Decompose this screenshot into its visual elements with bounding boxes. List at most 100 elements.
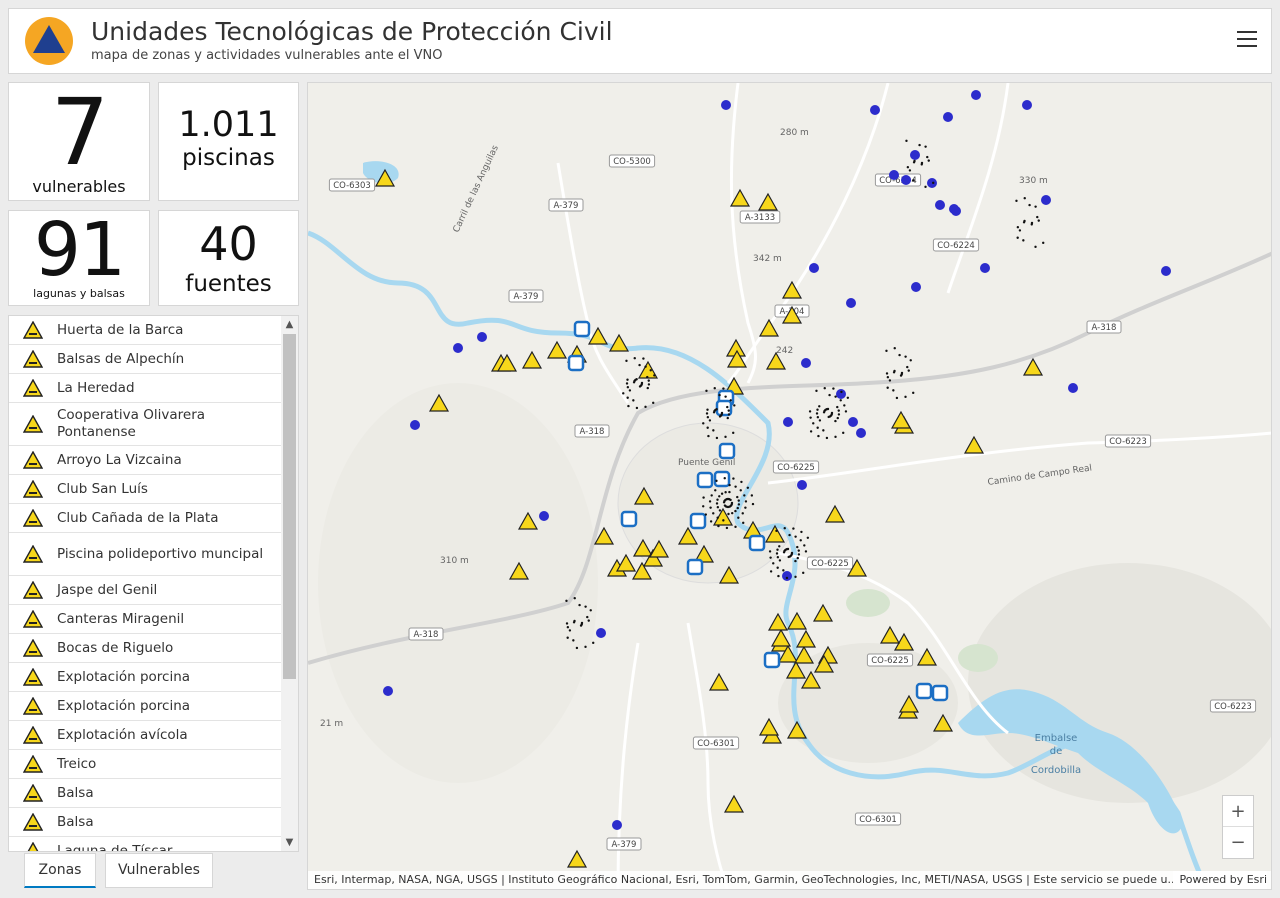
list-item[interactable]: Balsas de Alpechín	[9, 345, 281, 374]
info-marker-icon[interactable]	[951, 206, 961, 216]
warning-marker-icon[interactable]	[812, 603, 834, 622]
map-basemap[interactable]: CO-5300 CO-6303 A-379 A-3133 CO-6224 A-379 A-3…	[308, 83, 1272, 890]
pool-marker-icon[interactable]	[713, 470, 731, 488]
list-item[interactable]: Laguna de Tíscar	[9, 837, 281, 851]
warning-marker-icon[interactable]	[615, 553, 637, 572]
list-item[interactable]: Explotación porcina	[9, 692, 281, 721]
zones-list[interactable]: Huerta de la Barca Balsas de Alpechín La H…	[8, 315, 299, 852]
list-item[interactable]: Bocas de Riguelo	[9, 634, 281, 663]
pool-marker-icon[interactable]	[573, 320, 591, 338]
info-marker-icon[interactable]	[410, 420, 420, 430]
info-marker-icon[interactable]	[596, 628, 606, 638]
info-marker-icon[interactable]	[836, 389, 846, 399]
pool-marker-icon[interactable]	[689, 512, 707, 530]
warning-marker-icon[interactable]	[608, 333, 630, 352]
info-marker-icon[interactable]	[782, 571, 792, 581]
pool-marker-icon[interactable]	[763, 651, 781, 669]
tab-vulnerables[interactable]: Vulnerables	[105, 853, 213, 888]
info-marker-icon[interactable]	[971, 90, 981, 100]
warning-marker-icon[interactable]	[758, 717, 780, 736]
info-marker-icon[interactable]	[980, 263, 990, 273]
list-item[interactable]: Piscina polideportivo muncipal	[9, 533, 281, 576]
info-marker-icon[interactable]	[1068, 383, 1078, 393]
pool-marker-icon[interactable]	[718, 442, 736, 460]
info-marker-icon[interactable]	[1041, 195, 1051, 205]
list-item[interactable]: Explotación porcina	[9, 663, 281, 692]
list-item[interactable]: Treico	[9, 750, 281, 779]
pool-marker-icon[interactable]	[620, 510, 638, 528]
info-marker-icon[interactable]	[910, 150, 920, 160]
warning-marker-icon[interactable]	[566, 849, 588, 868]
pool-point	[840, 390, 843, 394]
pool-point	[737, 503, 741, 506]
hamburger-menu-icon[interactable]	[1237, 31, 1257, 49]
info-marker-icon[interactable]	[453, 343, 463, 353]
list-scrollbar[interactable]: ▲ ▼	[281, 316, 298, 851]
list-item[interactable]: Canteras Miragenil	[9, 605, 281, 634]
pool-marker-icon[interactable]	[686, 558, 704, 576]
list-item[interactable]: Jaspe del Genil	[9, 576, 281, 605]
info-marker-icon[interactable]	[848, 417, 858, 427]
list-item[interactable]: Huerta de la Barca	[9, 316, 281, 345]
info-marker-icon[interactable]	[721, 100, 731, 110]
scroll-down-icon[interactable]: ▼	[281, 834, 298, 851]
info-marker-icon[interactable]	[477, 332, 487, 342]
info-marker-icon[interactable]	[612, 820, 622, 830]
pool-marker-icon[interactable]	[748, 534, 766, 552]
warning-marker-icon[interactable]	[786, 611, 808, 630]
info-marker-icon[interactable]	[783, 417, 793, 427]
warning-marker-icon[interactable]	[879, 625, 901, 644]
info-marker-icon[interactable]	[809, 263, 819, 273]
info-marker-icon[interactable]	[943, 112, 953, 122]
pool-marker-icon[interactable]	[696, 471, 714, 489]
info-marker-icon[interactable]	[801, 358, 811, 368]
tab-zonas[interactable]: Zonas	[24, 853, 96, 888]
scroll-up-icon[interactable]: ▲	[281, 316, 298, 333]
pool-point	[573, 619, 576, 623]
stat-label: fuentes	[185, 271, 272, 297]
map-view[interactable]: CO-5300 CO-6303 A-379 A-3133 CO-6224 A-379 A-3…	[307, 82, 1272, 890]
info-marker-icon[interactable]	[539, 511, 549, 521]
warning-marker-icon[interactable]	[963, 435, 985, 454]
warning-marker-icon[interactable]	[890, 410, 912, 429]
warning-marker-icon[interactable]	[546, 340, 568, 359]
list-item[interactable]: Balsa	[9, 779, 281, 808]
list-item[interactable]: Arroyo La Vizcaina	[9, 446, 281, 475]
info-marker-icon[interactable]	[870, 105, 880, 115]
list-item[interactable]: La Heredad	[9, 374, 281, 403]
warning-marker-icon[interactable]	[757, 192, 779, 211]
powered-by-esri[interactable]: Powered by Esri	[1173, 871, 1267, 889]
info-marker-icon[interactable]	[846, 298, 856, 308]
pool-marker-icon[interactable]	[567, 354, 585, 372]
zoom-in-button[interactable]: +	[1223, 796, 1253, 827]
info-marker-icon[interactable]	[797, 480, 807, 490]
info-marker-icon[interactable]	[927, 178, 937, 188]
info-marker-icon[interactable]	[856, 428, 866, 438]
warning-marker-icon[interactable]	[708, 672, 730, 691]
list-item[interactable]: Club Cañada de la Plata	[9, 504, 281, 533]
list-item[interactable]: Cooperativa Olivarera Pontanense	[9, 403, 281, 446]
warning-marker-icon[interactable]	[824, 504, 846, 523]
warning-marker-icon[interactable]	[770, 628, 792, 647]
scrollbar-thumb[interactable]	[283, 334, 296, 679]
pool-marker-icon[interactable]	[915, 682, 933, 700]
warning-marker-icon[interactable]	[758, 318, 780, 337]
warning-marker-icon[interactable]	[723, 794, 745, 813]
info-marker-icon[interactable]	[1022, 100, 1032, 110]
info-marker-icon[interactable]	[1161, 266, 1171, 276]
info-marker-icon[interactable]	[911, 282, 921, 292]
list-item[interactable]: Explotación avícola	[9, 721, 281, 750]
info-marker-icon[interactable]	[383, 686, 393, 696]
warning-marker-icon[interactable]	[521, 350, 543, 369]
warning-marker-icon[interactable]	[795, 629, 817, 648]
info-marker-icon[interactable]	[901, 175, 911, 185]
list-item[interactable]: Club San Luís	[9, 475, 281, 504]
warning-marker-icon[interactable]	[1022, 357, 1044, 376]
info-marker-icon[interactable]	[889, 170, 899, 180]
list-item[interactable]: Balsa	[9, 808, 281, 837]
pool-marker-icon[interactable]	[715, 399, 733, 417]
warning-marker-icon[interactable]	[729, 188, 751, 207]
info-marker-icon[interactable]	[935, 200, 945, 210]
zoom-out-button[interactable]: −	[1223, 827, 1253, 858]
pool-marker-icon[interactable]	[931, 684, 949, 702]
